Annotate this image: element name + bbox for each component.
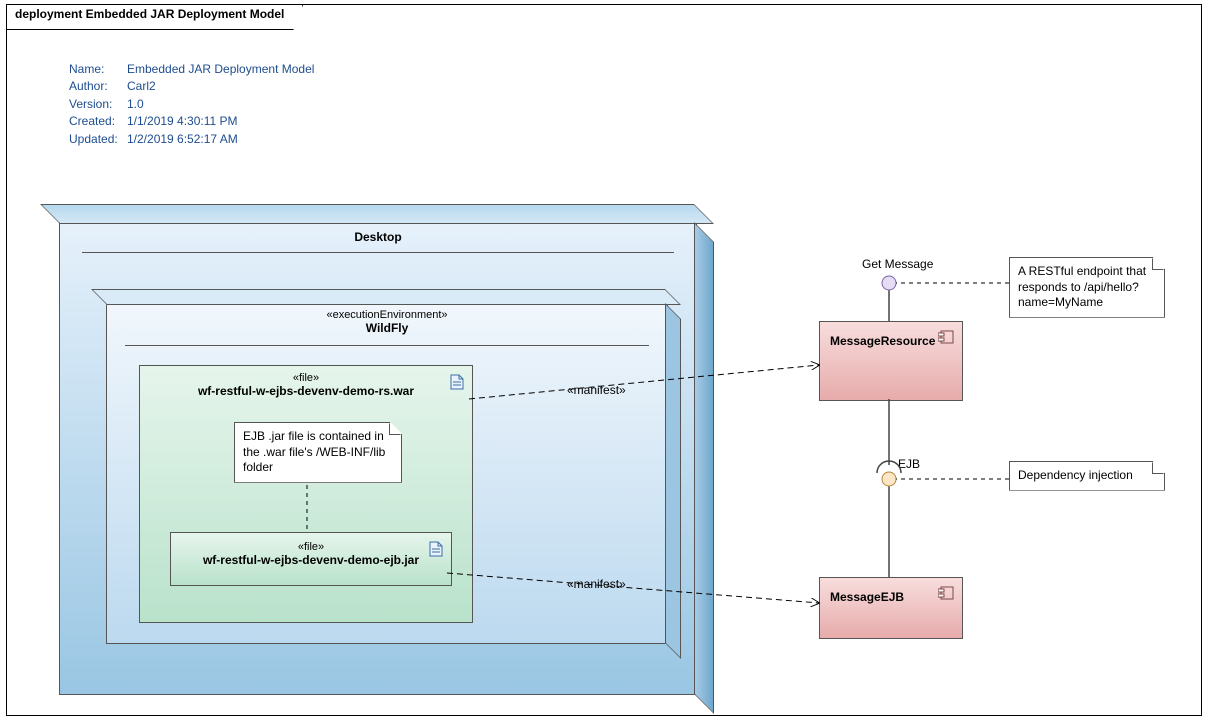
artifact-war[interactable]: «file» wf-restful-w-ejbs-devenv-demo-rs.…: [139, 365, 473, 623]
interface-get-message-label: Get Message: [862, 257, 933, 271]
note-contained[interactable]: EJB .jar file is contained in the .war f…: [234, 422, 402, 483]
edge-manifest-war-label: «manifest»: [567, 383, 626, 397]
note-restful-text: A RESTful endpoint that responds to /api…: [1018, 264, 1146, 309]
meta-created: 1/1/2019 4:30:11 PM: [127, 113, 238, 130]
component-icon: [938, 586, 954, 600]
artifact-war-name: wf-restful-w-ejbs-devenv-demo-rs.war: [144, 384, 468, 398]
meta-updated: 1/2/2019 6:52:17 AM: [127, 131, 238, 148]
meta-name-label: Name:: [69, 61, 127, 78]
node-desktop-title: Desktop: [60, 222, 696, 252]
document-icon: [450, 374, 464, 390]
meta-version-label: Version:: [69, 96, 127, 113]
note-contained-text: EJB .jar file is contained in the .war f…: [243, 429, 385, 474]
artifact-jar-stereotype: «file»: [175, 541, 447, 553]
diagram-metadata: Name:Embedded JAR Deployment Model Autho…: [69, 61, 314, 148]
node-wildfly-title: WildFly: [111, 321, 663, 335]
meta-name: Embedded JAR Deployment Model: [127, 61, 314, 78]
document-icon: [429, 541, 443, 557]
node-desktop[interactable]: Desktop «executionEnvironment» WildFly «…: [59, 221, 697, 695]
diagram-frame: deployment Embedded JAR Deployment Model…: [6, 4, 1202, 716]
note-di[interactable]: Dependency injection: [1009, 461, 1165, 491]
artifact-war-stereotype: «file»: [144, 372, 468, 384]
component-message-resource[interactable]: MessageResource: [819, 321, 963, 401]
note-di-text: Dependency injection: [1018, 468, 1133, 482]
node-wildfly[interactable]: «executionEnvironment» WildFly «file» wf…: [106, 302, 668, 644]
note-restful[interactable]: A RESTful endpoint that responds to /api…: [1009, 257, 1165, 318]
artifact-jar[interactable]: «file» wf-restful-w-ejbs-devenv-demo-ejb…: [170, 532, 452, 586]
meta-updated-label: Updated:: [69, 131, 127, 148]
meta-created-label: Created:: [69, 113, 127, 130]
node-wildfly-stereotype: «executionEnvironment»: [111, 309, 663, 321]
component-message-ejb[interactable]: MessageEJB: [819, 577, 963, 639]
meta-version: 1.0: [127, 96, 144, 113]
frame-title: deployment Embedded JAR Deployment Model: [6, 4, 303, 30]
meta-author-label: Author:: [69, 78, 127, 95]
meta-author: Carl2: [127, 78, 156, 95]
interface-ejb-label: EJB: [898, 457, 920, 471]
edge-manifest-jar-label: «manifest»: [567, 577, 626, 591]
component-icon: [938, 330, 954, 344]
artifact-jar-name: wf-restful-w-ejbs-devenv-demo-ejb.jar: [175, 553, 447, 567]
